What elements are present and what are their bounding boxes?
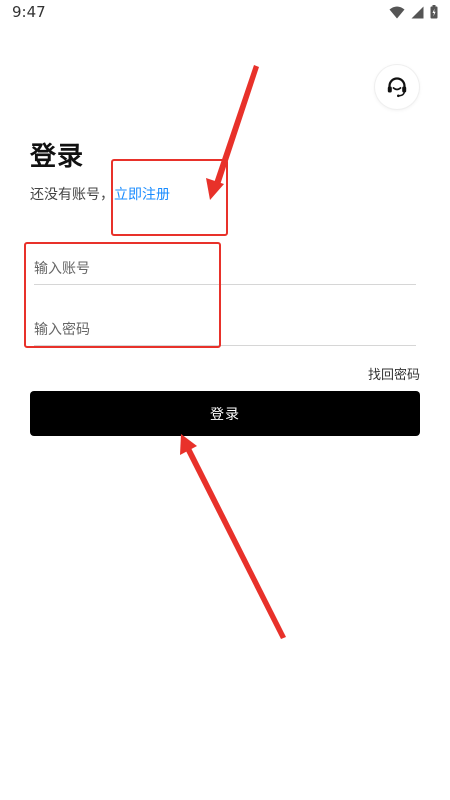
login-button[interactable]: 登录 <box>30 391 420 436</box>
headset-icon <box>387 77 407 98</box>
annotation-box-inputs <box>24 242 221 348</box>
wifi-icon <box>389 6 405 18</box>
forgot-password-link[interactable]: 找回密码 <box>368 364 420 383</box>
annotation-arrow-bottom <box>180 434 286 639</box>
customer-support-button[interactable] <box>375 65 419 109</box>
register-prompt: 还没有账号， <box>30 187 114 203</box>
login-screen: 9:47 登录 还没有账号， 立即注册 输入账号 找回密码 登录 <box>0 0 450 800</box>
battery-icon <box>430 5 438 19</box>
page-title: 登录 <box>30 142 85 172</box>
status-icons <box>389 5 438 19</box>
signal-icon <box>411 6 424 18</box>
annotation-box-register <box>111 159 228 236</box>
status-bar: 9:47 <box>0 0 450 26</box>
status-time: 9:47 <box>12 3 46 21</box>
